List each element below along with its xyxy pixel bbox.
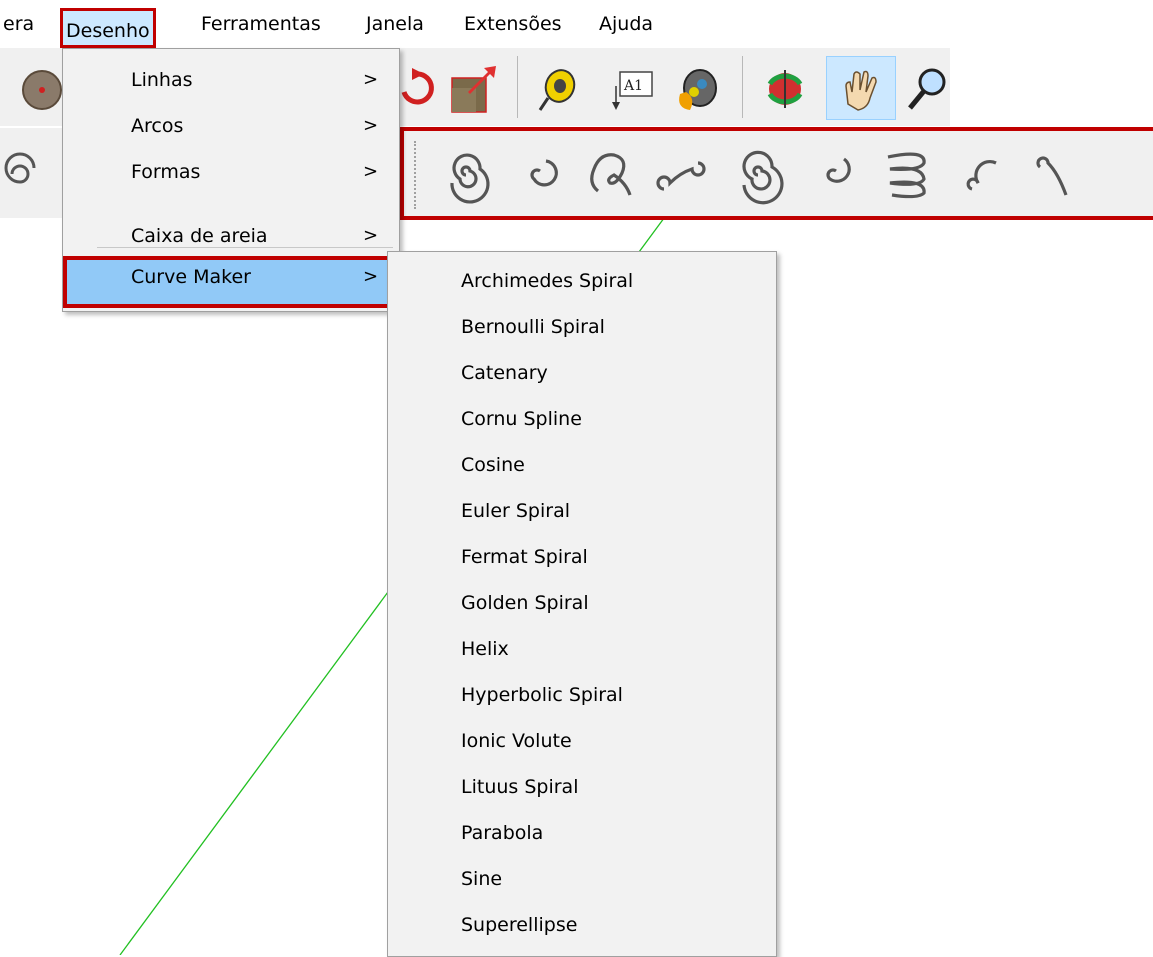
spiral-tool-icon[interactable] xyxy=(0,148,40,198)
menu-item-label: Linhas xyxy=(131,69,193,91)
menu-item-curve-maker[interactable]: Curve Maker > xyxy=(63,256,399,308)
fermat-spiral-icon[interactable] xyxy=(730,143,788,205)
submenu-item-catenary[interactable]: Catenary xyxy=(388,344,776,390)
submenu-item-label: Superellipse xyxy=(461,914,578,936)
bernoulli-spiral-icon[interactable] xyxy=(512,143,564,205)
menu-janela[interactable]: Janela xyxy=(363,0,427,48)
submenu-arrow-icon: > xyxy=(363,115,379,136)
cornu-spline-icon[interactable] xyxy=(652,143,712,205)
submenu-arrow-icon: > xyxy=(363,161,379,182)
menu-ajuda[interactable]: Ajuda xyxy=(596,0,656,48)
circle-tool-icon[interactable] xyxy=(20,68,64,112)
menu-ferramentas[interactable]: Ferramentas xyxy=(198,0,324,48)
submenu-item-label: Fermat Spiral xyxy=(461,546,588,568)
menu-item-label: Caixa de areia xyxy=(131,225,268,247)
text-label-icon[interactable]: A1 xyxy=(608,66,658,112)
submenu-item-label: Lituus Spiral xyxy=(461,776,579,798)
orbit-icon[interactable] xyxy=(762,66,808,112)
svg-text:A1: A1 xyxy=(623,78,643,94)
submenu-item-sine[interactable]: Sine xyxy=(388,850,776,896)
submenu-item-ionic-volute[interactable]: Ionic Volute xyxy=(388,712,776,758)
submenu-item-fermat-spiral[interactable]: Fermat Spiral xyxy=(388,528,776,574)
menu-item-label: Formas xyxy=(131,161,201,183)
golden-spiral-icon[interactable] xyxy=(952,143,1002,205)
desenho-menu: Linhas > Arcos > Formas > Caixa de areia… xyxy=(62,48,400,312)
submenu-item-label: Hyperbolic Spiral xyxy=(461,684,623,706)
menu-item-arcos[interactable]: Arcos > xyxy=(63,105,399,151)
submenu-item-label: Ionic Volute xyxy=(461,730,572,752)
submenu-item-cornu-spline[interactable]: Cornu Spline xyxy=(388,390,776,436)
menu-item-formas[interactable]: Formas > xyxy=(63,151,399,197)
menu-extensoes[interactable]: Extensões xyxy=(461,0,565,48)
submenu-item-label: Bernoulli Spiral xyxy=(461,316,605,338)
submenu-item-label: Catenary xyxy=(461,362,548,384)
submenu-item-hyperbolic-spiral[interactable]: Hyperbolic Spiral xyxy=(388,666,776,712)
rotate-icon[interactable] xyxy=(398,66,438,110)
submenu-item-label: Golden Spiral xyxy=(461,592,589,614)
submenu-arrow-icon: > xyxy=(363,225,379,246)
toolbar-grip[interactable] xyxy=(414,141,420,209)
menu-camera[interactable]: era xyxy=(0,0,37,48)
submenu-item-label: Parabola xyxy=(461,822,544,844)
menu-item-linhas[interactable]: Linhas > xyxy=(63,59,399,105)
menu-item-label: Curve Maker xyxy=(131,266,251,288)
submenu-item-label: Cosine xyxy=(461,454,525,476)
submenu-item-parabola[interactable]: Parabola xyxy=(388,804,776,850)
submenu-arrow-icon: > xyxy=(363,69,379,90)
catenary-icon[interactable] xyxy=(582,143,636,205)
curve-maker-submenu: Archimedes Spiral Bernoulli Spiral Caten… xyxy=(387,251,777,957)
submenu-item-label: Sine xyxy=(461,868,503,890)
menu-item-caixa-de-areia[interactable]: Caixa de areia > xyxy=(63,215,399,261)
submenu-item-cosine[interactable]: Cosine xyxy=(388,436,776,482)
submenu-item-bernoulli-spiral[interactable]: Bernoulli Spiral xyxy=(388,298,776,344)
tape-measure-icon[interactable] xyxy=(536,66,580,114)
submenu-item-label: Helix xyxy=(461,638,509,660)
submenu-item-superellipse[interactable]: Superellipse xyxy=(388,896,776,942)
submenu-item-label: Archimedes Spiral xyxy=(461,270,634,292)
submenu-item-archimedes-spiral[interactable]: Archimedes Spiral xyxy=(388,252,776,298)
hyperbolic-spiral-icon[interactable] xyxy=(1018,143,1078,205)
submenu-item-lituus-spiral[interactable]: Lituus Spiral xyxy=(388,758,776,804)
submenu-item-euler-spiral[interactable]: Euler Spiral xyxy=(388,482,776,528)
submenu-arrow-icon: > xyxy=(363,266,379,287)
helix-icon[interactable] xyxy=(878,143,938,205)
curve-maker-toolbar xyxy=(400,127,1153,220)
submenu-item-label: Euler Spiral xyxy=(461,500,570,522)
zoom-icon[interactable] xyxy=(906,64,950,114)
pan-hand-icon[interactable] xyxy=(838,64,886,114)
scale-icon[interactable] xyxy=(448,64,500,116)
menu-item-label: Arcos xyxy=(131,115,184,137)
paint-bucket-icon[interactable] xyxy=(672,64,720,114)
euler-spiral-icon[interactable] xyxy=(806,143,860,205)
submenu-item-helix[interactable]: Helix xyxy=(388,620,776,666)
menu-desenho[interactable]: Desenho xyxy=(60,8,156,48)
submenu-item-label: Cornu Spline xyxy=(461,408,582,430)
archimedes-spiral-icon[interactable] xyxy=(438,143,494,205)
submenu-item-golden-spiral[interactable]: Golden Spiral xyxy=(388,574,776,620)
menu-bar: era Desenho Ferramentas Janela Extensões… xyxy=(0,0,1153,48)
